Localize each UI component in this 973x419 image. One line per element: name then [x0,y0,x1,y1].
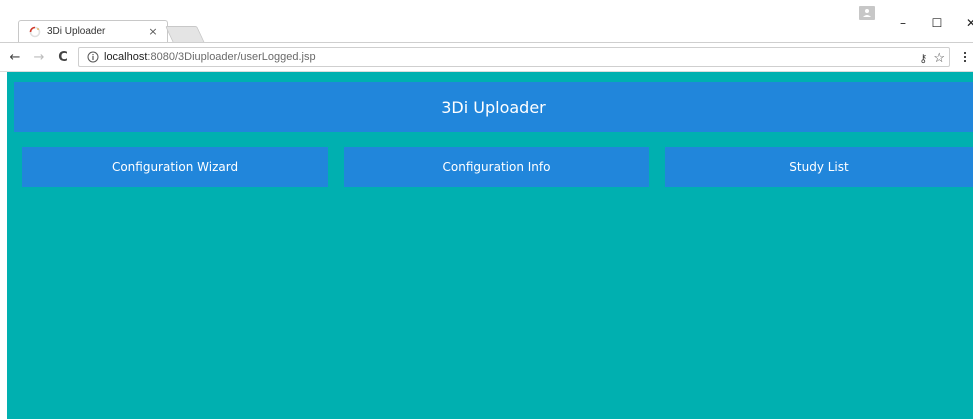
page-viewport: 3Di Uploader Configuration Wizard Config… [7,72,973,419]
close-window-icon[interactable]: ✕ [954,8,973,38]
info-icon[interactable] [87,51,99,63]
tab-close-icon[interactable]: × [147,25,159,38]
menu-dots-icon[interactable] [959,48,971,66]
nav-label: Study List [789,160,849,174]
page-header: 3Di Uploader [14,82,973,132]
star-icon[interactable]: ☆ [933,50,945,66]
window-controls: – ☐ ✕ [886,8,973,38]
url-path: :8080/3Diuploader/userLogged.jsp [147,51,316,63]
study-list-button[interactable]: Study List [665,147,973,187]
forward-arrow-icon[interactable]: → [30,48,48,66]
browser-titlebar: 3Di Uploader × – ☐ ✕ [0,0,973,43]
browser-tab-content: 3Di Uploader × [19,21,167,42]
key-icon[interactable]: ⚷ [919,52,927,65]
maximize-icon[interactable]: ☐ [920,8,954,38]
reload-icon[interactable]: C [54,48,72,66]
url-host: localhost [104,51,148,63]
omnibox-actions: ⚷ ☆ [919,50,945,66]
address-bar[interactable]: localhost:8080/3Diuploader/userLogged.js… [78,47,950,67]
nav-label: Configuration Info [442,160,551,174]
configuration-wizard-button[interactable]: Configuration Wizard [22,147,328,187]
profile-icon[interactable] [859,6,875,20]
new-tab-button[interactable] [165,26,205,43]
tab-title: 3Di Uploader [47,26,106,37]
browser-toolbar: ← → C localhost:8080/3Diuploader/userLog… [0,42,973,72]
page-title: 3Di Uploader [441,97,546,117]
minimize-icon[interactable]: – [886,8,920,38]
loading-spinner-icon [29,26,41,37]
back-arrow-icon[interactable]: ← [6,48,24,66]
nav-label: Configuration Wizard [111,160,239,174]
configuration-info-button[interactable]: Configuration Info [344,147,649,187]
browser-tab[interactable]: 3Di Uploader × [18,20,168,42]
